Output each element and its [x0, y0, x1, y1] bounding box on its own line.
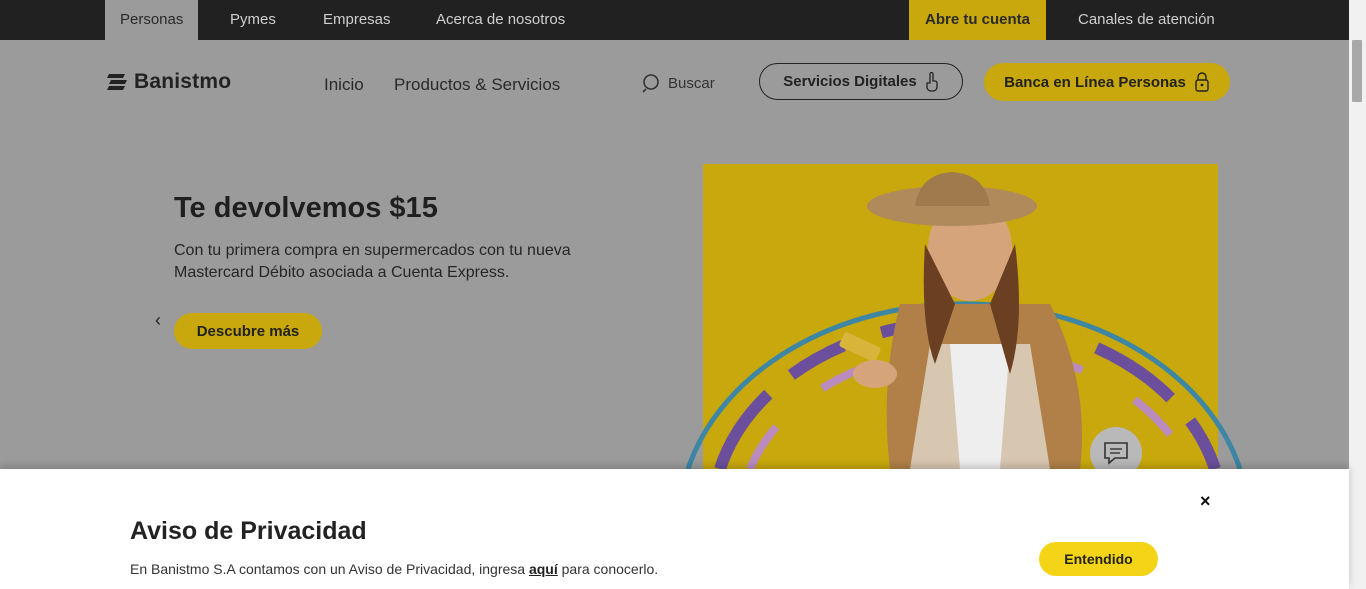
open-account-button[interactable]: Abre tu cuenta	[909, 0, 1047, 40]
hero-title: Te devolvemos $15	[174, 192, 438, 224]
privacy-title: Aviso de Privacidad	[130, 517, 367, 545]
hero-description: Con tu primera compra en supermercados c…	[174, 242, 571, 281]
topnav-item-acerca[interactable]: Acerca de nosotros	[436, 0, 565, 40]
logo-text: Banistmo	[134, 70, 232, 93]
digital-services-button[interactable]: Servicios Digitales	[759, 63, 963, 100]
search-icon	[642, 74, 659, 93]
accept-privacy-button[interactable]: Entendido	[1039, 542, 1158, 576]
hero-image	[680, 164, 1250, 469]
search-label: Buscar	[668, 74, 715, 92]
main-header: Banistmo Inicio Productos & Servicios Bu…	[0, 40, 1349, 128]
chevron-left-icon[interactable]: ‹	[155, 310, 161, 331]
topnav-item-empresas[interactable]: Empresas	[323, 0, 391, 40]
search-button[interactable]: Buscar	[642, 73, 715, 93]
digital-services-label: Servicios Digitales	[783, 73, 917, 90]
banistmo-logo-icon	[107, 74, 127, 90]
discover-more-button[interactable]: Descubre más	[174, 313, 322, 349]
privacy-notice-banner: Aviso de Privacidad En Banistmo S.A cont…	[0, 469, 1349, 589]
privacy-text-before: En Banistmo S.A contamos con un Aviso de…	[130, 561, 529, 577]
top-navigation-bar: Personas Pymes Empresas Acerca de nosotr…	[0, 0, 1349, 40]
privacy-text: En Banistmo S.A contamos con un Aviso de…	[130, 561, 658, 577]
privacy-link[interactable]: aquí	[529, 561, 558, 577]
hand-pointer-icon	[926, 71, 938, 92]
chat-icon	[1104, 442, 1128, 465]
topnav-item-personas[interactable]: Personas	[105, 0, 199, 40]
logo[interactable]: Banistmo	[106, 70, 231, 94]
close-icon[interactable]: ×	[1200, 491, 1211, 512]
topnav-item-pymes[interactable]: Pymes	[230, 0, 276, 40]
nav-inicio[interactable]: Inicio	[324, 75, 364, 95]
online-banking-button[interactable]: Banca en Línea Personas	[984, 63, 1230, 101]
privacy-text-after: para conocerlo.	[557, 561, 659, 577]
channels-link[interactable]: Canales de atención	[1078, 0, 1215, 40]
nav-productos-servicios[interactable]: Productos & Servicios	[394, 75, 560, 95]
online-banking-label: Banca en Línea Personas	[1004, 73, 1186, 91]
lock-icon	[1195, 72, 1209, 92]
scrollbar-thumb[interactable]	[1352, 40, 1362, 102]
